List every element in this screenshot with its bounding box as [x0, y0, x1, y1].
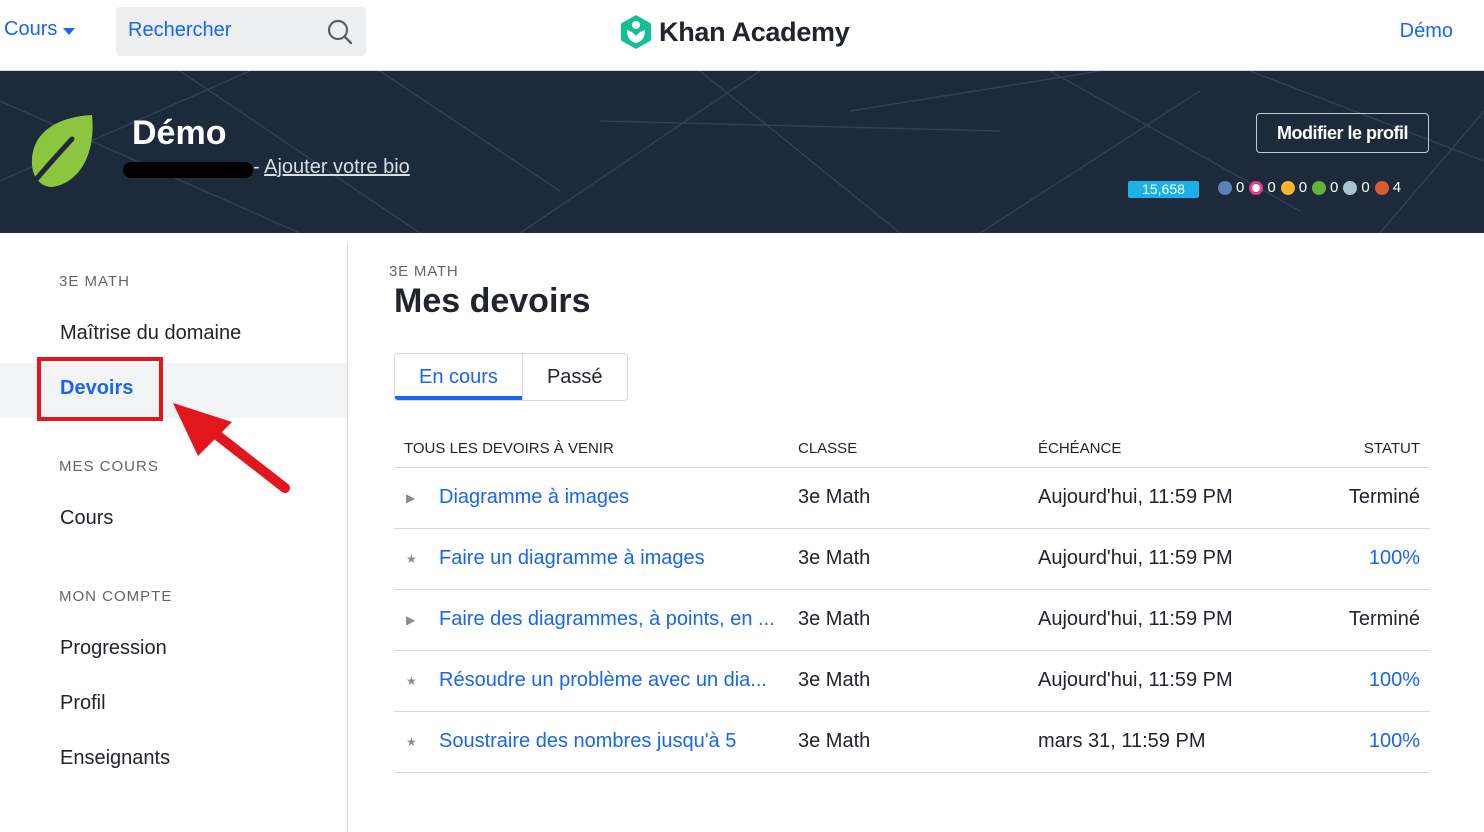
assignment-due: Aujourd'hui, 11:59 PM [1038, 608, 1233, 630]
table-row[interactable]: ▶ Faire des diagrammes, à points, en ...… [394, 590, 1430, 651]
assignments-table: TOUS LES DEVOIRS À VENIR CLASSE ÉCHÉANCE… [394, 430, 1430, 773]
assignment-title-link[interactable]: Faire des diagrammes, à points, en ... [439, 608, 775, 631]
meteorite-badge-icon [1374, 180, 1389, 195]
avatar-leaf-icon [25, 115, 93, 191]
sidebar-item-progress[interactable]: Progression [60, 637, 167, 660]
assignment-class: 3e Math [798, 608, 871, 630]
sidebar-item-teachers[interactable]: Enseignants [60, 747, 170, 770]
table-row[interactable]: ★ Faire un diagramme à images 3e Math Au… [394, 529, 1430, 590]
profile-name: Démo [132, 114, 227, 152]
column-header-status: STATUT [1363, 440, 1420, 457]
khan-academy-logo[interactable]: Khan Academy [619, 14, 850, 50]
course-subtitle: 3E MATH [389, 263, 459, 280]
earth-badge[interactable]: 0 [1312, 179, 1338, 196]
assignment-due: mars 31, 11:59 PM [1038, 730, 1206, 752]
table-row[interactable]: ★ Résoudre un problème avec un dia... 3e… [394, 651, 1430, 712]
moon-badge-icon [1343, 180, 1358, 195]
energy-points-badge: 15,658 [1128, 181, 1199, 198]
exercise-star-icon: ★ [406, 735, 417, 749]
black-hole-badge-count: 0 [1267, 179, 1276, 196]
sidebar-section-my-courses: MES COURS [59, 458, 159, 475]
page-title: Mes devoirs [394, 282, 591, 320]
user-menu-link[interactable]: Démo [1400, 20, 1453, 43]
table-row[interactable]: ▶ Diagramme à images 3e Math Aujourd'hui… [394, 468, 1430, 529]
assignment-title-link[interactable]: Soustraire des nombres jusqu'à 5 [439, 730, 736, 753]
bio-separator: - [253, 156, 260, 178]
legendary-badge-count: 0 [1236, 179, 1245, 196]
earth-badge-count: 0 [1330, 179, 1339, 196]
assignment-title-link[interactable]: Résoudre un problème avec un dia... [439, 669, 767, 692]
column-header-due: ÉCHÉANCE [1038, 440, 1122, 457]
courses-menu-button[interactable]: Cours [4, 18, 76, 41]
sun-badge-count: 0 [1298, 179, 1308, 196]
video-play-icon: ▶ [406, 613, 416, 627]
video-play-icon: ▶ [406, 491, 416, 505]
bio-row: - Ajouter votre bio [253, 156, 410, 179]
black-hole-badge[interactable]: 0 [1249, 179, 1276, 196]
tab-current[interactable]: En cours [395, 354, 523, 400]
black-hole-badge-icon [1249, 180, 1264, 195]
assignment-due: Aujourd'hui, 11:59 PM [1038, 669, 1233, 691]
sidebar-section-math: 3E MATH [59, 273, 130, 290]
legendary-badge-icon [1218, 180, 1232, 195]
column-header-assignments: TOUS LES DEVOIRS À VENIR [404, 440, 614, 457]
meteorite-badge-count: 4 [1392, 179, 1402, 196]
assignment-class: 3e Math [798, 547, 871, 569]
redacted-username [123, 162, 253, 178]
moon-badge[interactable]: 0 [1343, 179, 1370, 196]
courses-menu-label: Cours [4, 18, 58, 40]
sidebar-item-courses[interactable]: Cours [60, 507, 113, 530]
assignment-title-link[interactable]: Faire un diagramme à images [439, 547, 705, 570]
sun-badge-icon [1280, 180, 1295, 195]
assignment-status[interactable]: 100% [1369, 547, 1420, 570]
sidebar-item-mastery[interactable]: Maîtrise du domaine [60, 322, 241, 345]
assignment-due: Aujourd'hui, 11:59 PM [1038, 547, 1233, 569]
annotation-arrow-icon [173, 403, 290, 493]
assignment-status[interactable]: 100% [1369, 730, 1420, 753]
sun-badge[interactable]: 0 [1280, 179, 1308, 196]
earth-badge-icon [1312, 180, 1327, 195]
add-bio-link[interactable]: Ajouter votre bio [264, 156, 410, 178]
table-row[interactable]: ★ Soustraire des nombres jusqu'à 5 3e Ma… [394, 712, 1430, 773]
annotation-highlight-box [37, 357, 163, 421]
assignment-class: 3e Math [798, 486, 871, 508]
moon-badge-count: 0 [1361, 179, 1370, 196]
assignment-due: Aujourd'hui, 11:59 PM [1038, 486, 1233, 508]
sidebar-item-profile[interactable]: Profil [60, 692, 106, 715]
search-icon[interactable] [326, 18, 354, 46]
search-input[interactable]: Rechercher [128, 19, 231, 42]
assignment-title-link[interactable]: Diagramme à images [439, 486, 629, 509]
khan-academy-logo-icon [621, 15, 651, 49]
assignment-tabs: En cours Passé [394, 353, 628, 401]
logo-text: Khan Academy [659, 16, 850, 47]
assignment-status: Terminé [1348, 608, 1420, 630]
sidebar: 3E MATH Maîtrise du domaine Devoirs MES … [0, 243, 348, 832]
sidebar-section-my-account: MON COMPTE [59, 588, 173, 605]
tab-past[interactable]: Passé [523, 354, 627, 400]
chevron-down-icon [63, 27, 76, 35]
assignment-status: Terminé [1348, 486, 1420, 508]
assignment-class: 3e Math [798, 669, 871, 691]
exercise-star-icon: ★ [406, 552, 417, 566]
legendary-badge[interactable]: 0 [1218, 179, 1244, 196]
edit-profile-button[interactable]: Modifier le profil [1256, 113, 1429, 153]
assignment-class: 3e Math [798, 730, 871, 752]
search-box[interactable]: Rechercher [116, 7, 366, 56]
exercise-star-icon: ★ [406, 674, 417, 688]
meteorite-badge[interactable]: 4 [1374, 179, 1402, 196]
assignment-status[interactable]: 100% [1369, 669, 1420, 692]
top-navigation: Cours Rechercher Khan Academy Démo [0, 0, 1484, 71]
badge-counts[interactable]: 0 0 0 0 0 4 [1218, 179, 1401, 196]
table-header: TOUS LES DEVOIRS À VENIR CLASSE ÉCHÉANCE… [394, 430, 1430, 468]
column-header-class: CLASSE [798, 440, 858, 457]
